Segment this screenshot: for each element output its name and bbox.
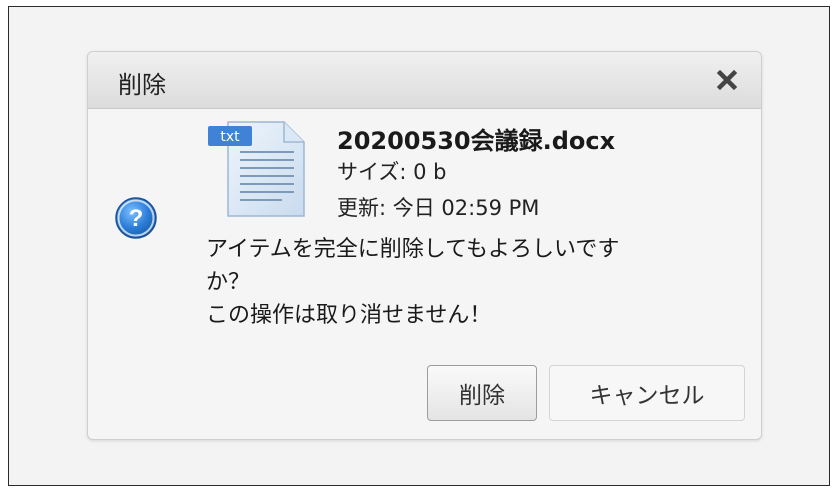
file-type-badge: txt	[220, 129, 240, 145]
cancel-button[interactable]: キャンセル	[549, 365, 745, 421]
file-name: 20200530会議録.docx	[337, 127, 616, 155]
message-line: アイテムを完全に削除してもよろしいです	[206, 237, 620, 262]
file-size: サイズ: 0 b	[337, 160, 447, 184]
confirm-message: アイテムを完全に削除してもよろしいです か？ この操作は取り消せません！	[206, 233, 736, 332]
delete-button[interactable]: 削除	[427, 365, 537, 421]
close-icon[interactable]	[715, 68, 739, 92]
file-updated: 更新: 今日 02:59 PM	[337, 196, 540, 220]
window-frame: 削除 ? txt 20200530会議録.docx サイズ: 0 b 更新: 今…	[8, 6, 830, 486]
dialog-titlebar: 削除	[88, 52, 761, 109]
svg-text:?: ?	[129, 205, 144, 232]
message-line: この操作は取り消せません！	[206, 303, 492, 328]
delete-dialog: 削除 ? txt 20200530会議録.docx サイズ: 0 b 更新: 今…	[87, 51, 762, 440]
dialog-title: 削除	[118, 71, 166, 99]
question-icon: ?	[114, 196, 158, 240]
message-line: か？	[206, 270, 251, 295]
txt-file-icon: txt	[206, 118, 310, 218]
